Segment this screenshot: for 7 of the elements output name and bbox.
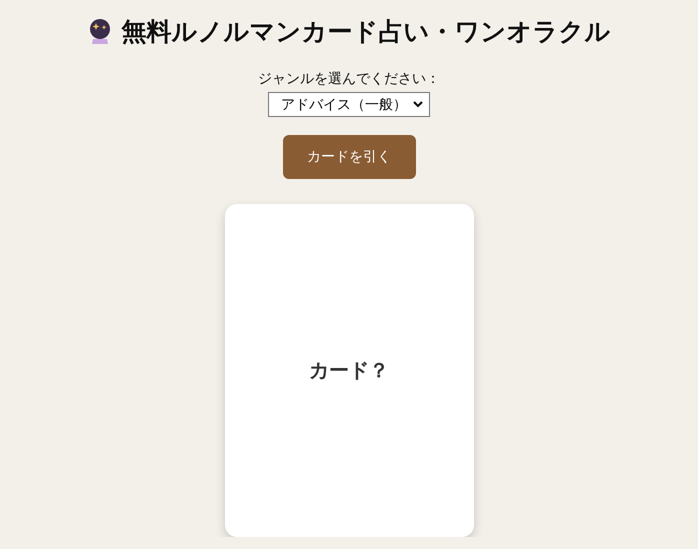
page-title: 無料ルノルマンカード占い・ワンオラクル xyxy=(122,16,610,48)
card-text: カード？ xyxy=(309,357,389,384)
crystal-ball-icon xyxy=(88,17,112,45)
genre-dropdown[interactable]: アドバイス（一般） xyxy=(268,92,430,117)
draw-card-button[interactable]: カードを引く xyxy=(282,135,416,179)
genre-label: ジャンルを選んでください： xyxy=(258,70,440,88)
chevron-down-icon xyxy=(413,101,423,108)
